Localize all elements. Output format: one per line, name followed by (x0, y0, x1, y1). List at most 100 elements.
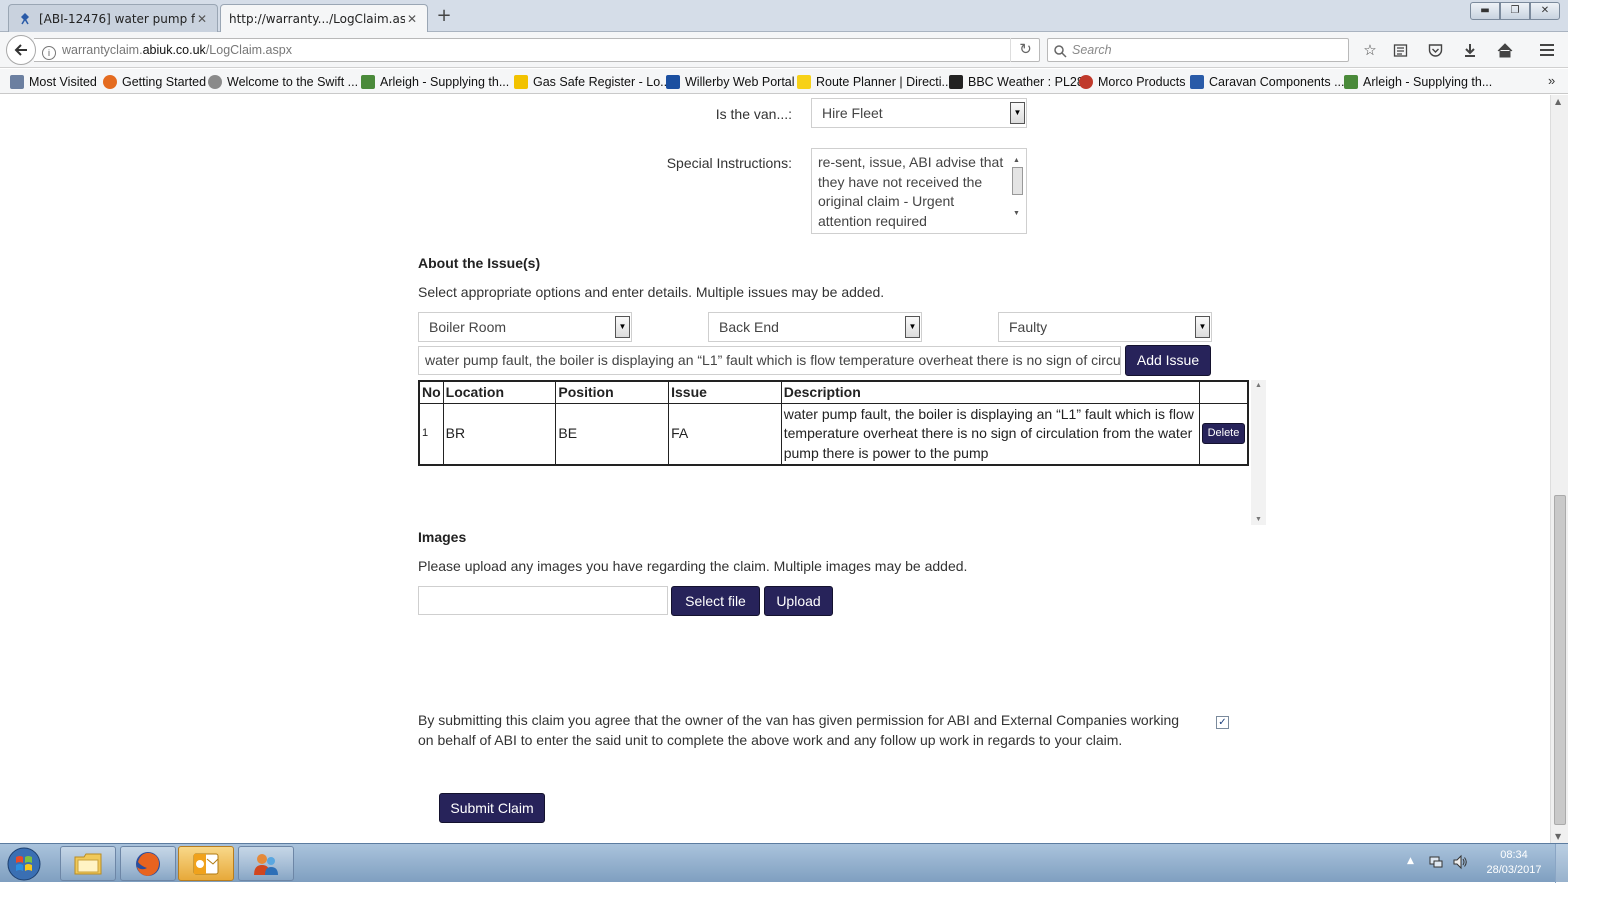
scroll-thumb[interactable] (1554, 495, 1566, 825)
location-select[interactable]: Boiler Room ▼ (418, 312, 632, 342)
position-select[interactable]: Back End ▼ (708, 312, 922, 342)
bookmark-item[interactable]: Arleigh - Supplying th... (361, 73, 509, 91)
page-scrollbar[interactable]: ▲ ▼ (1550, 95, 1568, 843)
bookmark-star-icon[interactable]: ☆ (1360, 40, 1380, 60)
cell-location: BR (442, 402, 557, 466)
back-button[interactable] (6, 35, 36, 65)
bookmark-item[interactable]: Gas Safe Register - Lo... (514, 73, 671, 91)
table-header-row: No Location Position Issue Description (418, 380, 1249, 404)
location-value: Boiler Room (429, 319, 507, 335)
search-input[interactable]: Search (1047, 38, 1349, 62)
add-issue-button[interactable]: Add Issue (1125, 345, 1211, 376)
issues-table: No Location Position Issue Description 1… (418, 380, 1249, 466)
taskbar-explorer[interactable] (60, 846, 116, 881)
bookmark-item[interactable]: Morco Products (1079, 73, 1186, 91)
tab-title: [ABI-12476] water pump fa... (39, 11, 195, 26)
minimize-button[interactable]: ▬ (1470, 2, 1500, 20)
issue-description-input[interactable]: water pump fault, the boiler is displayi… (418, 346, 1121, 375)
aa-icon (797, 75, 811, 89)
delete-issue-button[interactable]: Delete (1201, 423, 1245, 445)
issues-help-text: Select appropriate options and enter det… (418, 284, 885, 300)
gas-safe-icon (514, 75, 528, 89)
bookmarks-toolbar: Most Visited Getting Started Welcome to … (0, 69, 1568, 94)
menu-icon[interactable] (1537, 40, 1557, 60)
firefox-icon (103, 75, 117, 89)
start-button[interactable] (4, 845, 44, 883)
bookmark-item[interactable]: Willerby Web Portal (666, 73, 795, 91)
info-icon[interactable]: i (42, 46, 56, 60)
scroll-down-icon: ▼ (1013, 209, 1020, 217)
select-file-button[interactable]: Select file (671, 586, 760, 616)
column-header-actions (1198, 380, 1249, 404)
maximize-button[interactable]: ❐ (1500, 2, 1530, 20)
willerby-icon (666, 75, 680, 89)
download-icon[interactable] (1460, 40, 1480, 60)
issue-type-select[interactable]: Faulty ▼ (998, 312, 1212, 342)
show-hidden-icons-icon[interactable]: ▲ (1407, 856, 1414, 866)
bookmarks-overflow-button[interactable]: » (1548, 73, 1555, 88)
submit-claim-button[interactable]: Submit Claim (439, 793, 545, 823)
home-icon[interactable] (1495, 40, 1515, 60)
address-bar[interactable]: i warrantyclaim.abiuk.co.uk/LogClaim.aspx (34, 38, 1040, 62)
tab-logclaim[interactable]: http://warranty.../LogClaim.aspx ✕ (220, 4, 428, 33)
special-instructions-label: Special Instructions: (666, 155, 792, 171)
textarea-scrollbar[interactable]: ▲ ▼ (1011, 151, 1024, 231)
folder-icon (74, 853, 102, 874)
system-clock[interactable]: 08:34 28/03/2017 (1480, 848, 1548, 878)
issues-table-container: No Location Position Issue Description 1… (418, 380, 1266, 525)
bookmark-item[interactable]: Getting Started (103, 73, 206, 91)
bookmark-item[interactable]: Welcome to the Swift ... (208, 73, 358, 91)
new-tab-button[interactable]: + (434, 6, 454, 26)
url-host: abiuk.co.uk (142, 43, 206, 57)
bookmark-item[interactable]: BBC Weather : PL28 (949, 73, 1084, 91)
chevron-down-icon: ▼ (615, 316, 630, 338)
scroll-down-icon[interactable]: ▼ (1555, 832, 1561, 841)
page-content: Is the van...: Hire Fleet ▼ Special Inst… (0, 95, 1550, 843)
tab-title: http://warranty.../LogClaim.aspx (229, 12, 405, 26)
clock-time: 08:34 (1500, 849, 1528, 861)
globe-icon (208, 75, 222, 89)
tab-jira-issue[interactable]: [ABI-12476] water pump fa... ✕ (8, 4, 218, 32)
scroll-up-icon[interactable]: ▲ (1555, 97, 1561, 106)
file-path-input[interactable] (418, 586, 668, 615)
pocket-icon[interactable] (1425, 40, 1445, 60)
morco-icon (1079, 75, 1093, 89)
close-tab-icon[interactable]: ✕ (405, 12, 419, 26)
issues-table-scrollbar[interactable]: ▲ ▼ (1251, 380, 1266, 525)
search-icon (1054, 43, 1067, 65)
van-type-select[interactable]: Hire Fleet ▼ (811, 98, 1027, 128)
scroll-thumb[interactable] (1012, 167, 1023, 195)
upload-button[interactable]: Upload (764, 586, 833, 616)
agreement-checkbox[interactable]: ✓ (1216, 716, 1229, 729)
clock-date: 28/03/2017 (1486, 864, 1542, 876)
close-tab-icon[interactable]: ✕ (195, 12, 209, 26)
special-instructions-value: re-sent, issue, ABI advise that they hav… (818, 154, 1004, 229)
issues-section-title: About the Issue(s) (418, 255, 541, 271)
show-desktop-button[interactable] (1555, 844, 1568, 883)
bookmark-item[interactable]: Arleigh - Supplying th... (1344, 73, 1492, 91)
caravan-components-icon (1190, 75, 1204, 89)
jira-icon (17, 11, 33, 27)
reload-icon[interactable]: ↻ (1010, 38, 1040, 62)
bookmark-item[interactable]: Caravan Components ... (1190, 73, 1345, 91)
bbc-icon (949, 75, 963, 89)
taskbar-user-app[interactable] (238, 846, 294, 881)
bookmark-item[interactable]: Most Visited (10, 73, 97, 91)
scroll-down-icon: ▼ (1255, 516, 1262, 523)
taskbar-firefox[interactable] (120, 846, 176, 881)
bookmark-item[interactable]: Route Planner | Directi... (797, 73, 952, 91)
users-icon (254, 853, 278, 875)
chevron-down-icon: ▼ (905, 316, 920, 338)
back-arrow-icon (14, 44, 27, 56)
special-instructions-textarea[interactable]: re-sent, issue, ABI advise that they hav… (811, 148, 1027, 234)
network-icon[interactable] (1428, 854, 1444, 874)
reading-list-icon[interactable] (1390, 40, 1410, 60)
volume-icon[interactable] (1452, 854, 1468, 874)
outlook-icon (193, 853, 219, 874)
column-header-issue: Issue (668, 380, 782, 404)
table-row: 1 BR BE FA water pump fault, the boiler … (418, 402, 1249, 466)
taskbar-outlook[interactable] (178, 846, 234, 881)
van-label: Is the van...: (715, 106, 792, 122)
column-header-description: Description (780, 380, 1200, 404)
close-window-button[interactable]: ✕ (1530, 2, 1560, 20)
